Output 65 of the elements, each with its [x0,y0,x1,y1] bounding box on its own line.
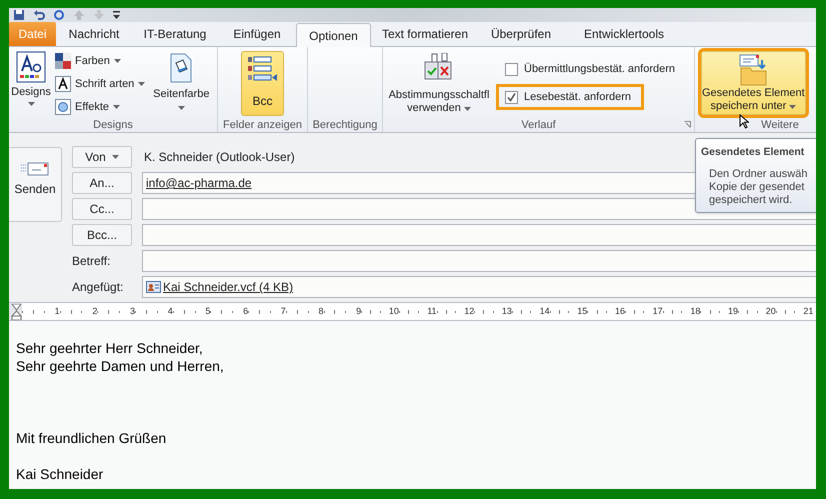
header-field-button[interactable]: Bcc... [72,224,132,246]
save-sent-item-button[interactable]: Gesendetes Element speichern unter [701,51,806,115]
sender-name: K. Schneider (Outlook-User) [144,149,295,166]
address-fields-icon [248,56,278,84]
group-label: Felder anzeigen [223,118,302,132]
ribbon-tab[interactable]: Entwicklertools [563,22,685,46]
recipient-field[interactable] [142,224,816,246]
up-arrow-icon [73,9,85,21]
checked-box-icon [505,90,518,104]
page-color-button[interactable]: Seitenfarbe [149,47,214,113]
checkbox[interactable]: Übermittlungsbestät. anfordern [499,59,686,79]
group-label: Designs [93,118,133,132]
designs-button[interactable]: Designs [9,47,53,113]
caret-icon [789,104,796,108]
customize-icon [113,9,120,21]
envelope-icon [21,162,49,176]
dropdown-button[interactable]: Farben [55,51,146,71]
theme-icon [16,51,46,83]
circle-icon [55,99,71,115]
voting-buttons-button[interactable]: Abstimmungsschaltfl verwenden [383,47,495,113]
ribbon-tab[interactable]: Text formatieren [371,22,479,46]
ribbon-tab[interactable]: Optionen [296,23,371,47]
body-text-line: Sehr geehrter Herr Schneider, [16,339,204,357]
email-address[interactable]: info@ac-pharma.de [146,174,252,192]
color-palette-icon [55,53,71,69]
body-text-line: Mit freundlichen Grüßen [16,429,168,447]
dropdown-button[interactable]: Effekte [55,97,146,117]
folder-mail-icon [737,54,770,86]
body-text-line: Kai Schneider [16,465,104,483]
header-field-button[interactable]: Von [72,146,132,168]
group-label: Berechtigung [312,118,378,132]
mouse-pointer-icon [739,114,749,129]
ribbon-tab[interactable]: Nachricht [56,22,132,46]
down-arrow-icon [93,9,105,21]
body-text-line: Sehr geehrte Damen und Herren, [16,357,225,375]
bcc-button[interactable]: Bcc [241,51,284,116]
field-label: Betreff: [72,253,112,270]
caret-icon [28,102,34,106]
field-label: Angefügt: [72,279,124,296]
caret-icon [113,105,120,109]
caret-icon [178,106,185,110]
contact-card-icon [146,281,161,293]
checkbox[interactable]: Lesebestät. anfordern [499,87,642,107]
undo-icon [33,9,45,21]
send-button[interactable]: Senden [9,147,62,222]
checkbox-icon [505,62,518,76]
caret-icon [112,155,119,159]
group-label: Verlauf [521,118,556,132]
dropdown-button[interactable]: Schrift arten [55,74,146,94]
dialog-launcher-icon [684,121,691,128]
caret-icon [114,59,121,63]
group-label: Weitere [761,118,799,132]
attachment-link[interactable]: Kai Schneider.vcf (4 KB) [163,278,294,296]
ribbon-tab[interactable]: IT-Beratung [132,22,218,46]
subject-field[interactable] [142,250,816,272]
caret-icon [464,106,471,110]
attachment-field[interactable]: Kai Schneider.vcf (4 KB) [142,276,816,298]
caret-icon [138,82,146,86]
save-icon [13,9,25,21]
ribbon-tab[interactable]: Überprüfen [479,22,563,46]
header-field-button[interactable]: An... [72,172,132,194]
header-field-button[interactable]: Cc... [72,198,132,220]
tooltip-title: Gesendetes Element [701,145,804,160]
ribbon-tab[interactable]: Einfügen [218,22,296,46]
font-icon [55,76,71,92]
